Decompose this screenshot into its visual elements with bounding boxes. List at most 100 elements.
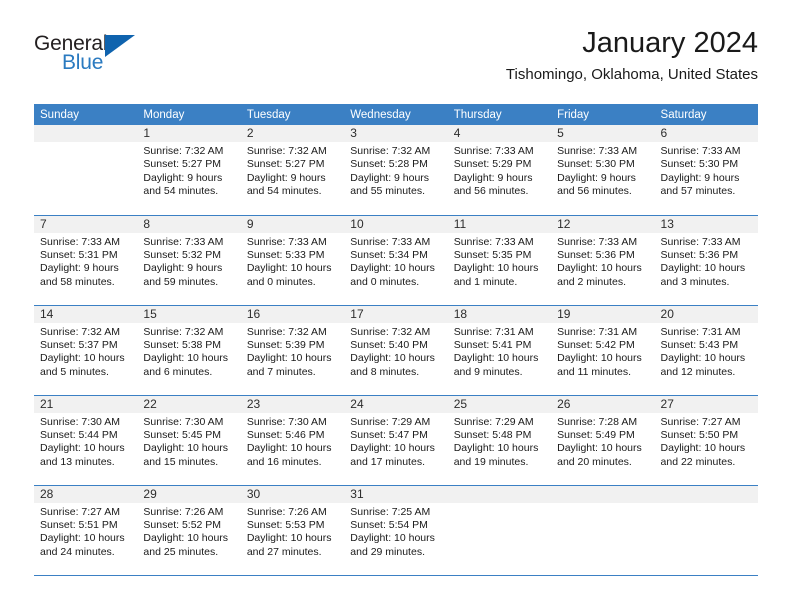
day-cell[interactable]: 12 Sunrise: 7:33 AM Sunset: 5:36 PM Dayligh… bbox=[551, 215, 655, 305]
day-number: 25 bbox=[447, 395, 552, 413]
day-details: Sunrise: 7:32 AM Sunset: 5:40 PM Daylight:… bbox=[344, 323, 447, 380]
day-cell[interactable]: 17 Sunrise: 7:32 AM Sunset: 5:40 PM Dayligh… bbox=[344, 305, 448, 395]
sunset-text: Sunset: 5:36 PM bbox=[660, 248, 739, 261]
day-cell[interactable]: 3 Sunrise: 7:32 AM Sunset: 5:28 PM Daylight… bbox=[344, 125, 448, 214]
day-number: 6 bbox=[654, 125, 758, 142]
daylight-text-line1: Daylight: 10 hours bbox=[40, 532, 125, 545]
day-cell[interactable]: 10 Sunrise: 7:33 AM Sunset: 5:34 PM Dayligh… bbox=[344, 215, 448, 305]
day-cell[interactable]: 23 Sunrise: 7:30 AM Sunset: 5:46 PM Dayligh… bbox=[240, 395, 345, 485]
daylight-text-line1: Daylight: 9 hours bbox=[453, 171, 533, 184]
day-cell[interactable]: 18 Sunrise: 7:31 AM Sunset: 5:41 PM Dayligh… bbox=[447, 305, 552, 395]
general-blue-logo[interactable]: General Blue bbox=[34, 32, 149, 82]
day-cell[interactable]: 11 Sunrise: 7:33 AM Sunset: 5:35 PM Dayligh… bbox=[447, 215, 552, 305]
calendar-cell: 7 Sunrise: 7:33 AM Sunset: 5:31 PM Daylight… bbox=[34, 215, 138, 306]
day-cell[interactable]: 25 Sunrise: 7:29 AM Sunset: 5:48 PM Dayligh… bbox=[447, 395, 552, 485]
daylight-text-line1: Daylight: 10 hours bbox=[143, 532, 229, 545]
day-cell[interactable]: 6 Sunrise: 7:33 AM Sunset: 5:30 PM Daylight… bbox=[654, 125, 758, 214]
day-cell[interactable]: 9 Sunrise: 7:33 AM Sunset: 5:33 PM Daylight… bbox=[240, 215, 345, 305]
daylight-text-line2: and 29 minutes. bbox=[350, 545, 425, 558]
sunrise-text: Sunrise: 7:27 AM bbox=[40, 505, 120, 518]
day-cell[interactable]: 1 Sunrise: 7:32 AM Sunset: 5:27 PM Daylight… bbox=[137, 125, 241, 214]
day-cell[interactable]: 13 Sunrise: 7:33 AM Sunset: 5:36 PM Dayligh… bbox=[654, 215, 758, 305]
day-cell-empty bbox=[34, 125, 138, 214]
day-cell-empty bbox=[447, 485, 552, 575]
sunrise-text: Sunrise: 7:33 AM bbox=[557, 145, 638, 157]
calendar-page: General Blue January 2024 Tishomingo, Ok… bbox=[0, 0, 792, 612]
day-number: 28 bbox=[34, 485, 138, 503]
sunrise-text: Sunrise: 7:28 AM bbox=[557, 415, 638, 428]
day-cell[interactable]: 28 Sunrise: 7:27 AM Sunset: 5:51 PM Dayligh… bbox=[34, 485, 138, 575]
daylight-text-line1: Daylight: 10 hours bbox=[557, 352, 642, 365]
day-number bbox=[447, 485, 552, 503]
day-cell[interactable]: 30 Sunrise: 7:26 AM Sunset: 5:53 PM Dayligh… bbox=[240, 485, 345, 575]
day-cell[interactable]: 5 Sunrise: 7:33 AM Sunset: 5:30 PM Daylight… bbox=[551, 125, 655, 214]
day-number: 23 bbox=[240, 395, 345, 413]
daylight-text-line1: Daylight: 10 hours bbox=[660, 442, 746, 455]
day-number bbox=[34, 125, 138, 142]
day-cell[interactable]: 8 Sunrise: 7:33 AM Sunset: 5:32 PM Daylight… bbox=[137, 215, 241, 305]
day-cell[interactable]: 24 Sunrise: 7:29 AM Sunset: 5:47 PM Dayligh… bbox=[344, 395, 448, 485]
day-cell[interactable]: 22 Sunrise: 7:30 AM Sunset: 5:45 PM Dayligh… bbox=[137, 395, 241, 485]
calendar-cell: 23 Sunrise: 7:30 AM Sunset: 5:46 PM Dayligh… bbox=[240, 395, 345, 486]
day-cell[interactable]: 4 Sunrise: 7:33 AM Sunset: 5:29 PM Daylight… bbox=[447, 125, 552, 214]
calendar-cell: 17 Sunrise: 7:32 AM Sunset: 5:40 PM Dayligh… bbox=[344, 305, 448, 396]
day-details bbox=[655, 503, 758, 506]
day-details: Sunrise: 7:33 AM Sunset: 5:35 PM Daylight:… bbox=[448, 233, 551, 290]
daylight-text-line1: Daylight: 10 hours bbox=[143, 442, 229, 455]
day-number: 27 bbox=[654, 395, 758, 413]
sunset-text: Sunset: 5:27 PM bbox=[143, 158, 222, 171]
calendar-cell: 25 Sunrise: 7:29 AM Sunset: 5:48 PM Dayligh… bbox=[447, 395, 552, 486]
daylight-text-line2: and 9 minutes. bbox=[453, 365, 523, 378]
sunrise-text: Sunrise: 7:30 AM bbox=[40, 415, 120, 428]
daylight-text-line1: Daylight: 10 hours bbox=[453, 352, 539, 365]
sunset-text: Sunset: 5:48 PM bbox=[453, 428, 532, 441]
day-number: 11 bbox=[447, 215, 552, 233]
day-cell[interactable]: 2 Sunrise: 7:32 AM Sunset: 5:27 PM Daylight… bbox=[240, 125, 345, 214]
sunset-text: Sunset: 5:47 PM bbox=[350, 428, 428, 441]
day-cell[interactable]: 15 Sunrise: 7:32 AM Sunset: 5:38 PM Dayligh… bbox=[137, 305, 241, 395]
weekday-header-friday: Friday bbox=[551, 104, 655, 125]
daylight-text-line1: Daylight: 10 hours bbox=[660, 352, 746, 365]
day-cell[interactable]: 29 Sunrise: 7:26 AM Sunset: 5:52 PM Dayligh… bbox=[137, 485, 241, 575]
sunrise-text: Sunrise: 7:29 AM bbox=[350, 415, 431, 428]
daylight-text-line2: and 24 minutes. bbox=[40, 545, 115, 558]
daylight-text-line2: and 57 minutes. bbox=[660, 185, 736, 198]
day-details: Sunrise: 7:31 AM Sunset: 5:43 PM Daylight:… bbox=[655, 323, 758, 380]
calendar-cell: 31 Sunrise: 7:25 AM Sunset: 5:54 PM Dayligh… bbox=[344, 485, 448, 576]
daylight-text-line1: Daylight: 10 hours bbox=[350, 262, 435, 275]
calendar-cell bbox=[654, 485, 758, 576]
sunset-text: Sunset: 5:42 PM bbox=[557, 338, 635, 351]
day-details: Sunrise: 7:25 AM Sunset: 5:54 PM Daylight:… bbox=[344, 503, 447, 560]
day-details: Sunrise: 7:29 AM Sunset: 5:48 PM Daylight:… bbox=[448, 413, 551, 470]
day-cell[interactable]: 7 Sunrise: 7:33 AM Sunset: 5:31 PM Daylight… bbox=[34, 215, 138, 305]
weekday-header-wednesday: Wednesday bbox=[344, 104, 448, 125]
sunset-text: Sunset: 5:52 PM bbox=[143, 518, 222, 531]
sunrise-text: Sunrise: 7:27 AM bbox=[660, 415, 741, 428]
day-number: 14 bbox=[34, 305, 138, 323]
day-cell[interactable]: 26 Sunrise: 7:28 AM Sunset: 5:49 PM Dayligh… bbox=[551, 395, 655, 485]
sunrise-text: Sunrise: 7:25 AM bbox=[350, 505, 431, 518]
day-cell[interactable]: 20 Sunrise: 7:31 AM Sunset: 5:43 PM Dayligh… bbox=[654, 305, 758, 395]
day-details: Sunrise: 7:27 AM Sunset: 5:50 PM Daylight:… bbox=[655, 413, 758, 470]
daylight-text-line1: Daylight: 10 hours bbox=[246, 532, 332, 545]
daylight-text-line2: and 19 minutes. bbox=[453, 455, 529, 468]
daylight-text-line2: and 16 minutes. bbox=[246, 455, 322, 468]
logo-triangle-icon bbox=[105, 35, 135, 57]
calendar-cell: 14 Sunrise: 7:32 AM Sunset: 5:37 PM Dayligh… bbox=[34, 305, 138, 396]
day-cell[interactable]: 14 Sunrise: 7:32 AM Sunset: 5:37 PM Dayligh… bbox=[34, 305, 138, 395]
sunrise-text: Sunrise: 7:32 AM bbox=[246, 145, 327, 157]
calendar-cell bbox=[34, 125, 138, 216]
daylight-text-line1: Daylight: 10 hours bbox=[453, 262, 539, 275]
day-cell[interactable]: 31 Sunrise: 7:25 AM Sunset: 5:54 PM Dayligh… bbox=[344, 485, 448, 575]
day-cell[interactable]: 19 Sunrise: 7:31 AM Sunset: 5:42 PM Dayligh… bbox=[551, 305, 655, 395]
daylight-text-line1: Daylight: 10 hours bbox=[350, 352, 435, 365]
calendar-cell bbox=[447, 485, 552, 576]
day-cell[interactable]: 16 Sunrise: 7:32 AM Sunset: 5:39 PM Dayligh… bbox=[240, 305, 345, 395]
day-details: Sunrise: 7:33 AM Sunset: 5:29 PM Daylight:… bbox=[448, 142, 551, 199]
sunrise-text: Sunrise: 7:32 AM bbox=[350, 145, 431, 157]
daylight-text-line1: Daylight: 10 hours bbox=[660, 262, 746, 275]
sunrise-text: Sunrise: 7:33 AM bbox=[246, 235, 327, 248]
day-cell[interactable]: 21 Sunrise: 7:30 AM Sunset: 5:44 PM Dayligh… bbox=[34, 395, 138, 485]
day-cell[interactable]: 27 Sunrise: 7:27 AM Sunset: 5:50 PM Dayligh… bbox=[654, 395, 758, 485]
daylight-text-line2: and 3 minutes. bbox=[660, 275, 730, 288]
